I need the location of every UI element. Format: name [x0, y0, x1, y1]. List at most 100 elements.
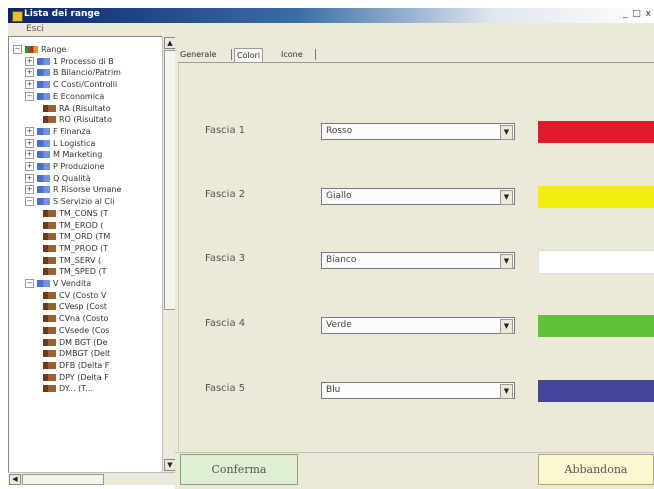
- tree-item[interactable]: + Q Qualità: [25, 173, 91, 185]
- indicator-icon: [43, 373, 56, 381]
- tree-item-label: C Costi/Controlli: [53, 80, 118, 90]
- tree-item-label: RA (Risultato: [59, 103, 111, 113]
- window-controls[interactable]: _ □ x: [623, 9, 652, 19]
- app-icon: [12, 11, 23, 22]
- confirm-button[interactable]: Conferma: [180, 454, 298, 485]
- menu-bar: Esci: [8, 23, 654, 36]
- expand-icon[interactable]: +: [25, 126, 34, 136]
- tab-icone[interactable]: Icone: [279, 48, 305, 61]
- menu-esci[interactable]: Esci: [26, 24, 44, 34]
- tree-item[interactable]: CVesp (Cost: [43, 301, 107, 313]
- collapse-icon[interactable]: −: [25, 197, 34, 207]
- tree-item-label: P Produzione: [53, 162, 105, 171]
- tree-vertical-scrollbar[interactable]: ▲ ▼: [162, 36, 176, 472]
- tree-item[interactable]: + L Logistica: [25, 138, 95, 150]
- tree-item-label: M Marketing: [53, 150, 103, 160]
- tree-item[interactable]: TM_SERV (: [43, 255, 101, 267]
- collapse-icon[interactable]: −: [13, 45, 22, 54]
- tree-item[interactable]: RA (Risultato: [43, 103, 111, 115]
- folder-icon: [37, 280, 50, 287]
- tree-item[interactable]: TM_EROD (: [43, 220, 104, 232]
- tree-item[interactable]: TM_CONS (T: [43, 208, 108, 220]
- tree-item[interactable]: TM_PROD (T: [43, 243, 108, 255]
- band-5-color-select[interactable]: Blu ▼: [321, 382, 515, 399]
- tree-item[interactable]: + R Risorse Umane: [25, 184, 121, 196]
- tree-item[interactable]: − S Servizio al Cli: [25, 196, 114, 208]
- tree-item-label: Q Qualità: [53, 173, 91, 183]
- tree-item-label: F Finanza: [53, 126, 91, 136]
- tab-colori[interactable]: Colori: [234, 48, 264, 62]
- folder-icon: [37, 174, 50, 182]
- indicator-icon: [43, 244, 56, 252]
- tree-item[interactable]: − V Vendita: [25, 278, 91, 290]
- tree-item[interactable]: − E Economica: [25, 91, 104, 103]
- expand-icon[interactable]: +: [25, 68, 34, 78]
- expand-icon[interactable]: +: [25, 80, 34, 90]
- tree-item[interactable]: DPY (Delta F: [43, 372, 109, 384]
- hscroll-thumb[interactable]: [22, 474, 104, 485]
- tree-item[interactable]: DM BGT (De: [43, 337, 108, 349]
- band-3-color-select[interactable]: Bianco ▼: [321, 252, 515, 269]
- tree-item[interactable]: RO (Risultato: [43, 114, 112, 126]
- chevron-down-icon[interactable]: ▼: [500, 254, 513, 269]
- tree-item[interactable]: + B Bilancio/Patrim: [25, 67, 121, 79]
- tree-item[interactable]: DY... (T...: [43, 383, 93, 395]
- folder-icon: [37, 127, 50, 135]
- band-2-color-select[interactable]: Giallo ▼: [321, 188, 515, 205]
- band-2-color-swatch: [538, 186, 654, 208]
- band-1-color-swatch: [538, 121, 654, 143]
- indicator-icon: [43, 233, 56, 241]
- tree-item[interactable]: DMBGT (Delt: [43, 348, 110, 360]
- folder-icon: [37, 163, 50, 170]
- tab-generale[interactable]: Generale: [178, 48, 218, 61]
- tree-item[interactable]: +1 Processo di B: [25, 56, 114, 68]
- expand-icon[interactable]: +: [25, 162, 34, 171]
- chevron-down-icon[interactable]: ▼: [500, 125, 513, 140]
- tree-item[interactable]: CV (Costo V: [43, 290, 106, 302]
- expand-icon[interactable]: +: [25, 150, 34, 160]
- indicator-icon: [43, 385, 56, 393]
- tree-item[interactable]: + C Costi/Controlli: [25, 79, 117, 91]
- tree-item-label: TM_CONS (T: [59, 208, 109, 218]
- tree-item[interactable]: TM_ORD (TM: [43, 231, 110, 243]
- tree-item[interactable]: CVsede (Cos: [43, 325, 109, 337]
- tree-item[interactable]: DFB (Delta F: [43, 360, 109, 372]
- tree-item-label: RO (Risultato: [59, 115, 112, 125]
- tree-item-label: CVna (Costo: [59, 314, 109, 324]
- chevron-down-icon[interactable]: ▼: [500, 190, 513, 205]
- collapse-icon[interactable]: −: [25, 91, 34, 101]
- folder-icon: [37, 81, 50, 89]
- band-4-color-select[interactable]: Verde ▼: [321, 317, 515, 334]
- range-tree[interactable]: − Range +1 Processo di B + B Bilancio/Patrim…: [8, 36, 170, 480]
- tree-item[interactable]: TM_SPED (T: [43, 266, 106, 278]
- tree-item-label: V Vendita: [53, 279, 92, 288]
- tab-separator: [315, 49, 316, 60]
- scroll-left-icon[interactable]: ◀: [9, 474, 21, 485]
- tree-item[interactable]: − Range: [13, 44, 66, 56]
- tree-item-label: TM_SERV (: [59, 255, 102, 265]
- collapse-icon[interactable]: −: [25, 279, 34, 288]
- expand-icon[interactable]: +: [25, 173, 34, 183]
- chevron-down-icon[interactable]: ▼: [500, 319, 513, 334]
- band-1-value: Rosso: [326, 126, 353, 136]
- tree-item[interactable]: CVna (Costo: [43, 313, 108, 325]
- indicator-icon: [43, 268, 56, 276]
- expand-icon[interactable]: +: [25, 56, 34, 66]
- tree-item-label: E Economica: [53, 91, 105, 101]
- folder-icon: [37, 151, 50, 159]
- tree-item[interactable]: + M Marketing: [25, 149, 102, 161]
- tree-item-label: DY... (T...: [59, 384, 93, 394]
- band-1-color-select[interactable]: Rosso ▼: [321, 123, 515, 140]
- tree-item-label: TM_PROD (T: [59, 243, 109, 253]
- chevron-down-icon[interactable]: ▼: [500, 384, 513, 399]
- folder-icon: [37, 198, 50, 206]
- expand-icon[interactable]: +: [25, 138, 34, 148]
- expand-icon[interactable]: +: [25, 185, 34, 195]
- band-1-label: Fascia 1: [205, 125, 246, 136]
- tree-item[interactable]: + F Finanza: [25, 126, 91, 138]
- indicator-icon: [43, 303, 56, 311]
- tree-horizontal-scrollbar[interactable]: ◀: [8, 472, 175, 485]
- tree-item-label: DMBGT (Delt: [59, 349, 111, 359]
- tree-item[interactable]: + P Produzione: [25, 161, 105, 173]
- cancel-button[interactable]: Abbandona: [538, 454, 654, 485]
